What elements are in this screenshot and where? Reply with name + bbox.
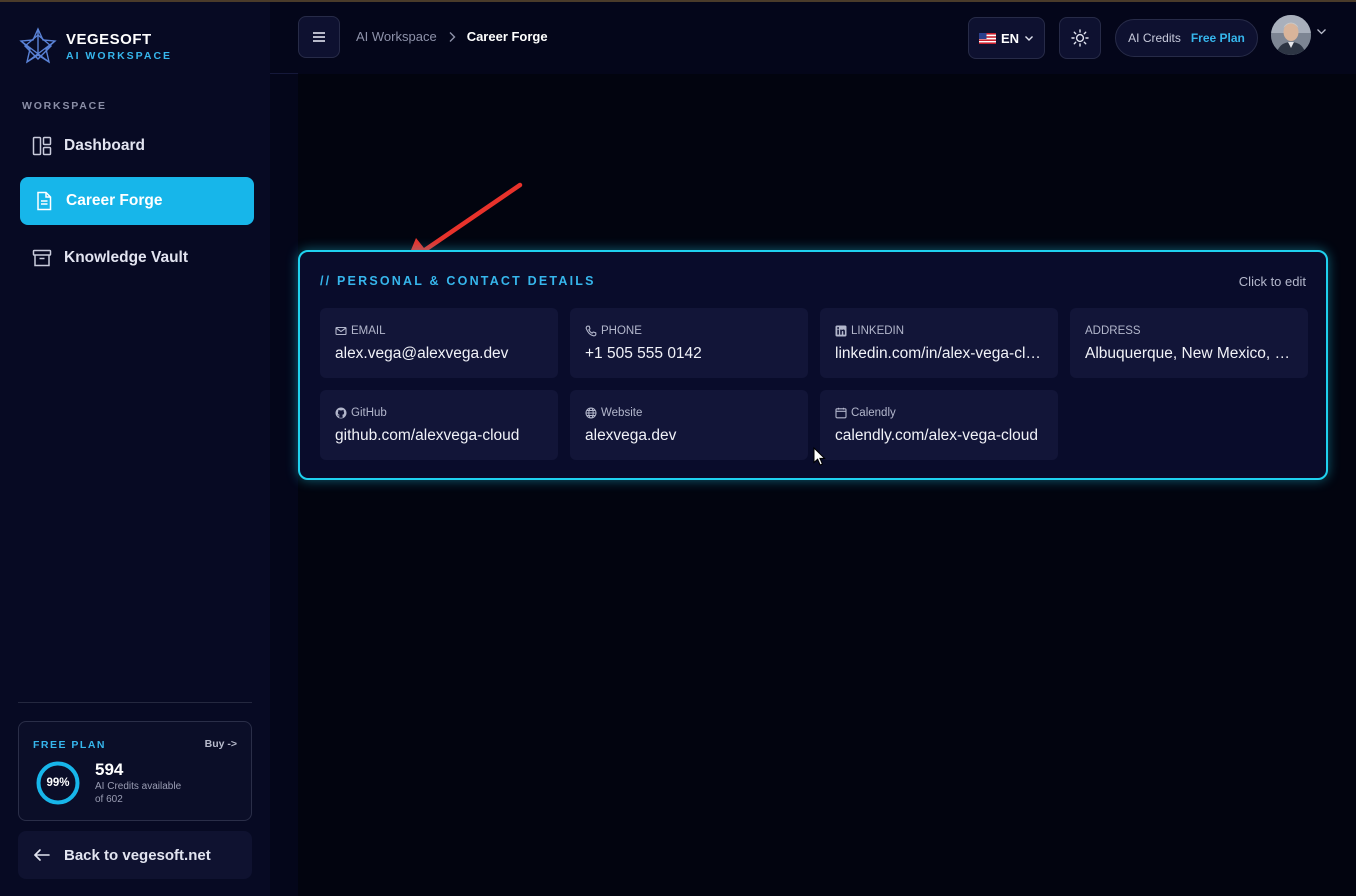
credits-count: 594 [95,760,124,779]
theme-toggle-button[interactable] [1059,17,1101,59]
linkedin-icon [835,325,847,337]
credits-label: AI Credits [1128,31,1181,45]
chevron-down-icon [1025,35,1034,41]
field-value: github.com/alexvega-cloud [335,427,520,444]
sidebar-divider [18,702,252,703]
menu-toggle-button[interactable] [298,16,340,58]
credits-desc-line: AI Credits available [95,781,182,792]
mouse-pointer-icon [813,447,826,466]
language-selector[interactable]: EN [968,17,1045,59]
plan-title: FREE PLAN [33,739,107,751]
user-photo-icon [1271,15,1311,55]
field-value: alexvega.dev [585,427,677,444]
calendly-field[interactable]: Calendly calendly.com/alex-vega-cloud [820,390,1058,460]
breadcrumb-item-ai-workspace[interactable]: AI Workspace [356,29,437,44]
sidebar: VEGESOFT AI WORKSPACE WORKSPACE Dashboar… [0,2,270,896]
field-value: +1 505 555 0142 [585,345,702,362]
ai-credits-badge[interactable]: AI Credits Free Plan [1115,19,1258,57]
field-value: alex.vega@alexvega.dev [335,345,509,362]
field-value: Albuquerque, New Mexico, USA [1085,345,1297,362]
user-avatar[interactable] [1271,15,1311,55]
github-icon [335,407,347,419]
chevron-down-icon[interactable] [1316,28,1327,36]
sidebar-item-dashboard[interactable]: Dashboard [20,122,254,170]
phone-icon [585,325,597,337]
star-logo-icon [19,27,57,64]
chevron-right-icon [449,31,456,42]
brand[interactable]: VEGESOFT AI WORKSPACE [18,26,172,66]
field-label: GitHub [351,407,387,419]
credits-percent: 99% [46,777,70,789]
arrow-left-icon [34,849,50,861]
field-label: ADDRESS [1085,325,1141,337]
sun-icon [1071,29,1089,47]
workspace-section-label: WORKSPACE [22,100,107,112]
field-value: calendly.com/alex-vega-cloud [835,427,1039,444]
sidebar-item-label: Dashboard [64,137,145,154]
brand-name: VEGESOFT [66,30,152,48]
language-label: EN [1000,30,1020,46]
click-to-edit-hint[interactable]: Click to edit [1239,274,1306,289]
credits-desc-line: of 602 [95,794,123,805]
globe-icon [585,407,597,419]
field-label: Calendly [851,407,896,419]
field-value: linkedin.com/in/alex-vega-cloud [835,345,1047,362]
field-label: EMAIL [351,325,386,337]
personal-contact-details-card[interactable]: // PERSONAL & CONTACT DETAILS Click to e… [298,250,1328,480]
credits-description: AI Credits available of 602 [95,780,205,806]
header-divider [270,73,298,74]
sidebar-item-label: Knowledge Vault [64,249,189,266]
mail-icon [335,326,347,336]
website-field[interactable]: Website alexvega.dev [570,390,808,460]
plan-card: FREE PLAN Buy -> 99% 594 AI Credits avai… [18,721,252,821]
sidebar-item-knowledge-vault[interactable]: Knowledge Vault [20,234,254,282]
address-field[interactable]: ADDRESS Albuquerque, New Mexico, USA [1070,308,1308,378]
credits-plan: Free Plan [1190,31,1245,45]
document-icon [34,191,54,211]
brand-subtitle: AI WORKSPACE [66,49,173,62]
phone-field[interactable]: PHONE +1 505 555 0142 [570,308,808,378]
sidebar-item-label: Career Forge [66,192,163,209]
back-to-site-button[interactable]: Back to vegesoft.net [18,831,252,879]
archive-icon [32,248,52,268]
field-label: LINKEDIN [851,325,905,337]
calendar-icon [835,407,847,419]
email-field[interactable]: EMAIL alex.vega@alexvega.dev [320,308,558,378]
us-flag-icon [978,32,996,44]
card-title: // PERSONAL & CONTACT DETAILS [320,274,596,288]
back-button-label: Back to vegesoft.net [64,846,211,864]
linkedin-field[interactable]: LINKEDIN linkedin.com/in/alex-vega-cloud [820,308,1058,378]
hamburger-icon [313,32,325,42]
field-label: PHONE [601,325,642,337]
field-label: Website [601,407,643,419]
breadcrumb: AI Workspace Career Forge [356,29,548,44]
dashboard-icon [32,136,52,156]
sidebar-item-career-forge[interactable]: Career Forge [20,177,254,225]
github-field[interactable]: GitHub github.com/alexvega-cloud [320,390,558,460]
breadcrumb-item-career-forge: Career Forge [466,29,548,44]
buy-credits-link[interactable]: Buy -> [205,738,237,750]
